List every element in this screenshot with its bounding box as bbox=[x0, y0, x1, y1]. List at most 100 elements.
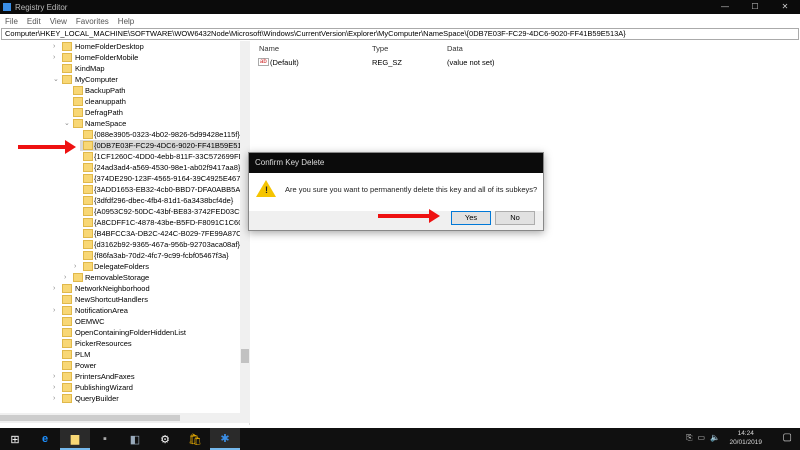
column-name[interactable]: Name bbox=[259, 44, 279, 53]
tree-item[interactable]: {374DE290-123F-4565-9164-39C4925E467B} bbox=[0, 173, 248, 184]
expand-chevron-icon[interactable]: › bbox=[53, 52, 59, 63]
tree-item[interactable]: {A8CDFF1C-4878-43be-B5FD-F8091C1C60D0} bbox=[0, 217, 249, 228]
menu-favorites[interactable]: Favorites bbox=[76, 17, 109, 26]
red-arrow-annotation bbox=[18, 140, 76, 154]
tree-item[interactable]: {d3162b92-9365-467a-956b-92703aca08af} bbox=[0, 239, 240, 250]
settings-icon[interactable]: ⚙ bbox=[150, 428, 180, 450]
tree-item[interactable]: › NetworkNeighborhood bbox=[0, 283, 240, 294]
expand-chevron-icon[interactable]: ⌄ bbox=[53, 74, 59, 85]
tree-item[interactable]: {1CF1260C-4DD0-4ebb-811F-33C572699FDE} bbox=[0, 151, 249, 162]
folder-icon bbox=[83, 163, 93, 172]
tree-item[interactable]: › HomeFolderDesktop bbox=[0, 41, 240, 52]
menu-edit[interactable]: Edit bbox=[27, 17, 41, 26]
expand-chevron-icon[interactable]: › bbox=[74, 261, 80, 272]
tree-item-label: {24ad3ad4-a569-4530-98e1-ab02f9417aa8} bbox=[94, 163, 241, 172]
tree-item-label: {d3162b92-9365-467a-956b-92703aca08af} bbox=[94, 240, 240, 249]
tree-item[interactable]: DefragPath bbox=[0, 107, 240, 118]
menu-view[interactable]: View bbox=[50, 17, 67, 26]
tree-item[interactable]: › DelegateFolders bbox=[0, 261, 240, 272]
maximize-button[interactable]: ☐ bbox=[740, 0, 770, 14]
folder-icon bbox=[62, 394, 72, 403]
folder-icon bbox=[83, 262, 93, 271]
tree-item-label: QueryBuilder bbox=[75, 394, 119, 403]
tree-scroll-thumb[interactable] bbox=[241, 349, 249, 363]
volume-icon[interactable]: 🔈 bbox=[710, 433, 720, 443]
edge-icon[interactable]: e bbox=[30, 428, 60, 450]
clock[interactable]: 14:24 20/01/2019 bbox=[729, 429, 762, 447]
tree-item[interactable]: PickerResources bbox=[0, 338, 240, 349]
registry-tree: › HomeFolderDesktop › HomeFolderMobile KindM… bbox=[0, 41, 250, 425]
tree-item-label: PublishingWizard bbox=[75, 383, 133, 392]
tree-item-label: KindMap bbox=[75, 64, 105, 73]
expand-chevron-icon[interactable]: › bbox=[53, 283, 59, 294]
tree-item[interactable]: {f86fa3ab-70d2-4fc7-9c99-fcbf05467f3a} bbox=[0, 250, 240, 261]
tree-hscroll-thumb[interactable] bbox=[0, 415, 180, 421]
tree-item-label: DefragPath bbox=[85, 108, 123, 117]
folder-icon bbox=[62, 284, 72, 293]
folder-icon bbox=[83, 207, 93, 216]
expand-chevron-icon[interactable]: › bbox=[53, 305, 59, 316]
tree-item[interactable]: › QueryBuilder bbox=[0, 393, 240, 404]
action-center-icon[interactable]: ▢ bbox=[783, 432, 792, 443]
expand-chevron-icon[interactable]: › bbox=[53, 371, 59, 382]
value-name[interactable]: (Default) bbox=[270, 58, 299, 67]
start-button[interactable]: ⊞ bbox=[0, 428, 30, 450]
address-bar[interactable]: Computer\HKEY_LOCAL_MACHINE\SOFTWARE\WOW… bbox=[1, 28, 799, 40]
tree-item[interactable]: cleanuppath bbox=[0, 96, 240, 107]
tree-item[interactable]: ⌄ MyComputer bbox=[0, 74, 240, 85]
tree-item[interactable]: ⌄ NameSpace bbox=[0, 118, 240, 129]
dialog-title: Confirm Key Delete bbox=[249, 153, 543, 173]
tree-item[interactable]: KindMap bbox=[0, 63, 240, 74]
tree-item[interactable]: {0DB7E03F-FC29-4DC6-9020-FF41B59E513A} bbox=[80, 140, 249, 151]
expand-chevron-icon[interactable]: › bbox=[53, 41, 59, 52]
confirm-key-delete-dialog: Confirm Key Delete ! Are you sure you wa… bbox=[248, 152, 544, 231]
tree-item-label: NotificationArea bbox=[75, 306, 128, 315]
folder-icon bbox=[83, 240, 93, 249]
expand-chevron-icon[interactable]: › bbox=[53, 382, 59, 393]
tree-item[interactable]: › PublishingWizard bbox=[0, 382, 240, 393]
tree-item-label: NetworkNeighborhood bbox=[75, 284, 150, 293]
store-icon[interactable]: 🛍 bbox=[180, 428, 210, 450]
monitor-icon[interactable]: ▭ bbox=[697, 433, 705, 443]
remote-desktop-icon[interactable]: ◧ bbox=[120, 428, 150, 450]
tree-item[interactable]: › HomeFolderMobile bbox=[0, 52, 240, 63]
cmd-icon[interactable]: ▪ bbox=[90, 428, 120, 450]
tree-item-label: HomeFolderMobile bbox=[75, 53, 139, 62]
folder-icon bbox=[62, 53, 72, 62]
tree-item[interactable]: {088e3905-0323-4b02-9826-5d99428e115f} bbox=[0, 129, 240, 140]
tree-item[interactable]: › RemovableStorage bbox=[0, 272, 240, 283]
column-type[interactable]: Type bbox=[372, 44, 388, 53]
menu-help[interactable]: Help bbox=[118, 17, 134, 26]
minimize-button[interactable]: — bbox=[710, 0, 740, 14]
tree-item[interactable]: › PrintersAndFaxes bbox=[0, 371, 240, 382]
tree-item[interactable]: BackupPath bbox=[0, 85, 240, 96]
tree-item[interactable]: {3dfdf296-dbec-4fb4-81d1-6a3438bcf4de} bbox=[0, 195, 240, 206]
no-button[interactable]: No bbox=[495, 211, 535, 225]
tree-item[interactable]: {B4BFCC3A-DB2C-424C-B029-7FE99A87C641} bbox=[0, 228, 249, 239]
folder-icon bbox=[73, 119, 83, 128]
tree-item[interactable]: OpenContainingFolderHiddenList bbox=[0, 327, 240, 338]
regedit-taskbar-icon[interactable]: ✱ bbox=[210, 428, 240, 450]
expand-chevron-icon[interactable]: ⌄ bbox=[64, 118, 70, 129]
expand-chevron-icon[interactable]: › bbox=[53, 393, 59, 404]
tree-item-label: cleanuppath bbox=[85, 97, 126, 106]
tree-item[interactable]: {3ADD1653-EB32-4cb0-BBD7-DFA0ABB5ACCA} bbox=[0, 184, 249, 195]
tree-item[interactable]: NewShortcutHandlers bbox=[0, 294, 240, 305]
tree-item-label: {1CF1260C-4DD0-4ebb-811F-33C572699FDE} bbox=[94, 152, 250, 161]
tree-item[interactable]: {24ad3ad4-a569-4530-98e1-ab02f9417aa8} bbox=[0, 162, 240, 173]
menu-file[interactable]: File bbox=[5, 17, 18, 26]
file-explorer-icon[interactable]: ▆ bbox=[60, 428, 90, 450]
tree-item[interactable]: Power bbox=[0, 360, 240, 371]
tree-item[interactable]: {A0953C92-50DC-43bf-BE83-3742FED03C9C} bbox=[0, 206, 249, 217]
folder-icon bbox=[62, 361, 72, 370]
column-data[interactable]: Data bbox=[447, 44, 463, 53]
network-icon[interactable]: ⎘ bbox=[686, 433, 692, 443]
tree-item[interactable]: OEMWC bbox=[0, 316, 240, 327]
tree-item[interactable]: › NotificationArea bbox=[0, 305, 240, 316]
yes-button[interactable]: Yes bbox=[451, 211, 491, 225]
folder-icon bbox=[83, 251, 93, 260]
expand-chevron-icon[interactable]: › bbox=[64, 272, 70, 283]
close-button[interactable]: ✕ bbox=[770, 0, 800, 14]
tree-item[interactable]: PLM bbox=[0, 349, 240, 360]
tree-item-label: HomeFolderDesktop bbox=[75, 42, 144, 51]
